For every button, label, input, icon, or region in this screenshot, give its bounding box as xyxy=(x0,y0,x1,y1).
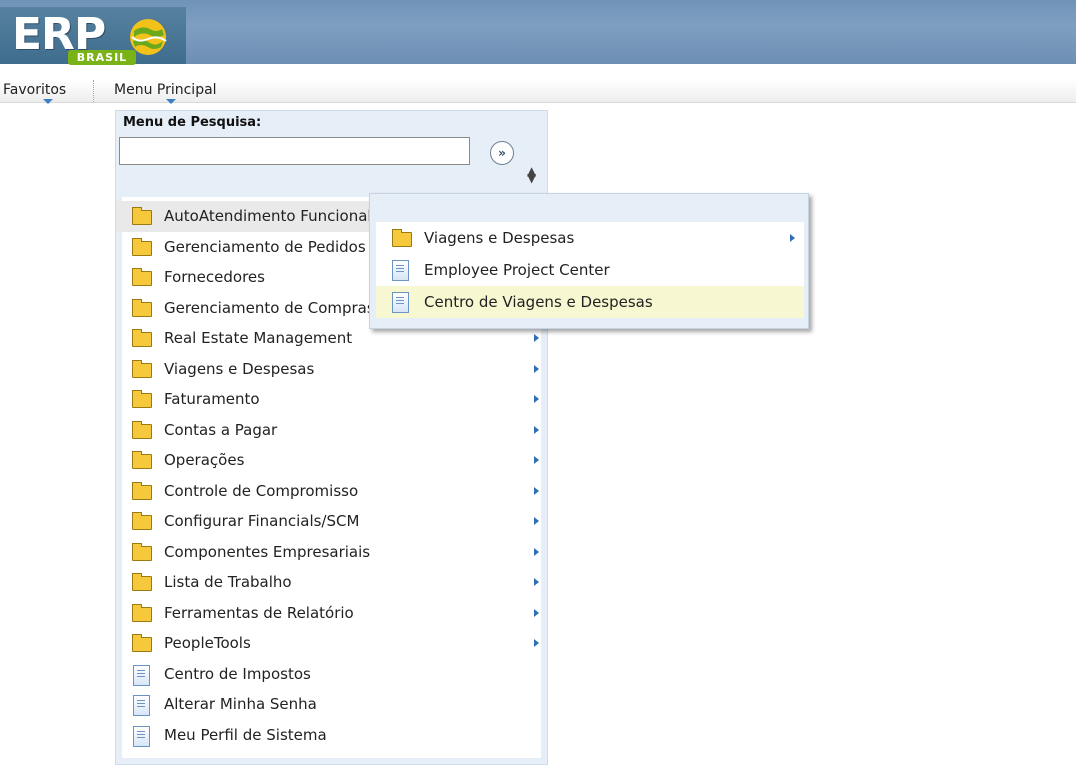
menu-item-label: Ferramentas de Relatório xyxy=(164,603,354,622)
header-banner: ERP BRASIL xyxy=(0,0,1076,65)
folder-icon xyxy=(392,229,412,247)
folder-icon xyxy=(132,542,152,561)
submenu-panel: Viagens e Despesas Employee Project Cente… xyxy=(369,193,809,329)
chevron-down-icon xyxy=(166,99,176,104)
menu-item[interactable]: Lista de Trabalho xyxy=(116,567,547,598)
menu-item-label: Viagens e Despesas xyxy=(164,359,315,378)
chevron-right-icon xyxy=(534,608,539,617)
folder-icon xyxy=(132,359,152,378)
folder-icon xyxy=(132,451,152,469)
folder-icon xyxy=(132,390,152,408)
menu-item[interactable]: Configurar Financials/SCM xyxy=(116,506,547,537)
submenu-item-label: Viagens e Despesas xyxy=(424,229,575,247)
chevron-right-icon xyxy=(534,486,539,495)
menu-item-label: Fornecedores xyxy=(164,268,265,286)
menu-item-label: Faturamento xyxy=(164,390,260,408)
nav-favorites[interactable]: Favoritos xyxy=(3,80,94,104)
menu-item-label: Alterar Minha Senha xyxy=(164,695,317,713)
chevron-right-icon xyxy=(534,578,539,586)
nav-main-menu[interactable]: Menu Principal xyxy=(114,80,232,104)
sort-icon[interactable]: ▲ ▼ xyxy=(527,165,536,184)
logo-subtitle: BRASIL xyxy=(68,50,136,65)
menu-item-label: Componentes Empresariais xyxy=(164,542,371,561)
folder-icon xyxy=(132,481,152,500)
menu-item-label: Centro de Impostos xyxy=(164,664,311,683)
menu-item-label: Lista de Trabalho xyxy=(164,573,292,591)
menu-item[interactable]: Centro de Impostos xyxy=(116,659,547,690)
menu-item-label: PeopleTools xyxy=(164,634,251,652)
folder-icon xyxy=(132,420,152,439)
folder-icon xyxy=(132,298,152,317)
chevron-right-icon xyxy=(790,234,795,242)
chevron-right-icon xyxy=(534,547,539,556)
folder-icon xyxy=(132,512,152,530)
folder-icon xyxy=(132,634,152,652)
submenu-item[interactable]: Centro de Viagens e Despesas xyxy=(376,286,804,318)
submenu-item-label: Employee Project Center xyxy=(424,261,610,279)
document-icon xyxy=(392,292,409,313)
menu-item-label: Gerenciamento de Compras xyxy=(164,298,375,317)
menu-item-label: Real Estate Management xyxy=(164,329,353,347)
menu-item-label: Controle de Compromisso xyxy=(164,481,359,500)
menu-item[interactable]: Contas a Pagar xyxy=(116,415,547,446)
menu-item[interactable]: Viagens e Despesas xyxy=(116,354,547,385)
document-icon xyxy=(133,725,150,747)
document-icon xyxy=(133,695,150,716)
menu-item[interactable]: Controle de Compromisso xyxy=(116,476,547,507)
chevron-right-icon xyxy=(534,425,539,434)
menu-item-label: AutoAtendimento Funcional xyxy=(164,207,372,225)
search-input[interactable] xyxy=(119,137,470,165)
menu-item-label: Configurar Financials/SCM xyxy=(164,512,360,530)
menu-item[interactable]: Alterar Minha Senha xyxy=(116,689,547,720)
submenu-item[interactable]: Employee Project Center xyxy=(376,254,804,286)
chevron-right-icon xyxy=(534,639,539,647)
chevron-down-icon xyxy=(43,99,53,104)
document-icon xyxy=(392,260,409,281)
chevron-right-icon xyxy=(534,364,539,373)
menu-item-label: Gerenciamento de Pedidos xyxy=(164,237,366,256)
document-icon xyxy=(133,664,150,686)
folder-icon xyxy=(132,207,152,225)
folder-icon xyxy=(132,329,152,347)
submenu-item[interactable]: Viagens e Despesas xyxy=(376,222,804,254)
folder-icon xyxy=(132,573,152,591)
chevron-right-icon xyxy=(534,334,539,342)
chevron-right-icon xyxy=(534,456,539,464)
search-label: Menu de Pesquisa: xyxy=(123,115,262,130)
menu-item-label: Meu Perfil de Sistema xyxy=(164,725,327,744)
nav-bar: Favoritos Menu Principal xyxy=(0,80,1076,104)
chevron-right-icon xyxy=(534,517,539,525)
menu-item[interactable]: Operações xyxy=(116,445,547,476)
menu-item[interactable]: Componentes Empresariais xyxy=(116,537,547,568)
search-go-button[interactable]: » xyxy=(490,141,514,165)
folder-icon xyxy=(132,603,152,622)
submenu-item-label: Centro de Viagens e Despesas xyxy=(424,293,653,311)
menu-item[interactable]: Faturamento xyxy=(116,384,547,415)
menu-item-label: Operações xyxy=(164,451,245,469)
menu-item[interactable]: Meu Perfil de Sistema xyxy=(116,720,547,751)
submenu-list: Viagens e Despesas Employee Project Cente… xyxy=(376,222,804,318)
folder-icon xyxy=(132,237,152,256)
nav-favorites-label: Favoritos xyxy=(3,82,67,98)
menu-item[interactable]: PeopleTools xyxy=(116,628,547,659)
nav-main-menu-label: Menu Principal xyxy=(114,82,217,98)
menu-item-label: Contas a Pagar xyxy=(164,420,278,439)
menu-item[interactable]: Ferramentas de Relatório xyxy=(116,598,547,629)
folder-icon xyxy=(132,268,152,286)
chevron-right-icon xyxy=(534,395,539,403)
menu-search-area: Menu de Pesquisa: » ▲ ▼ xyxy=(116,111,547,197)
logo[interactable]: ERP BRASIL xyxy=(0,7,186,65)
